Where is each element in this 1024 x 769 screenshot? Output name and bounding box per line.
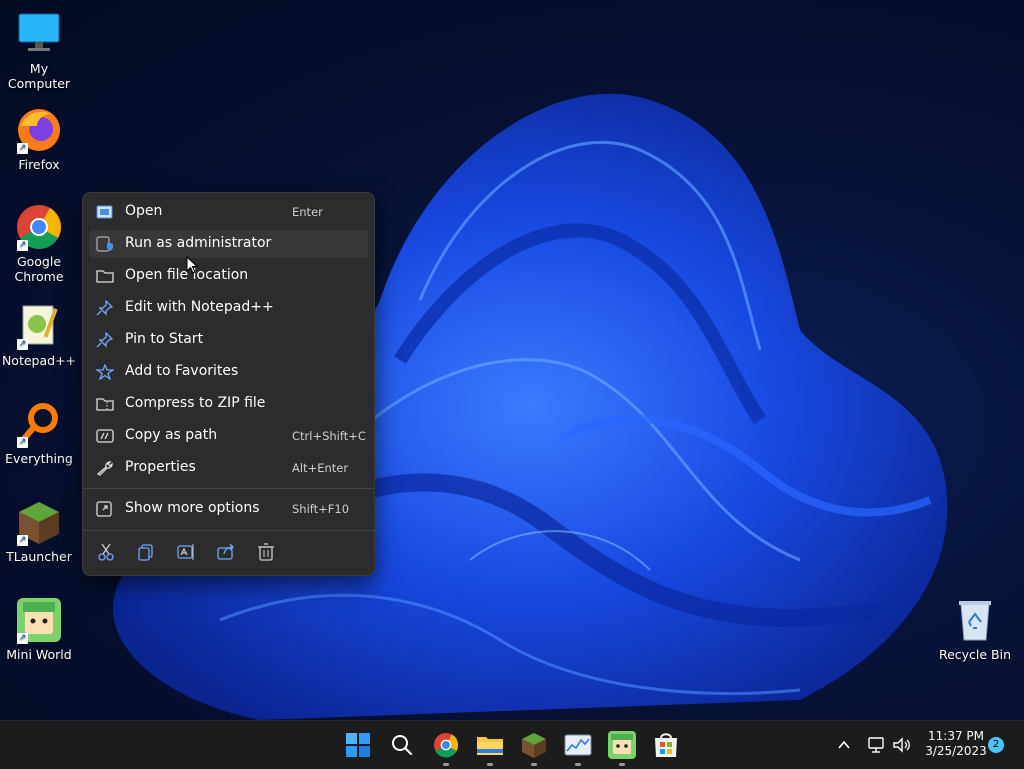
cut-icon[interactable] <box>96 542 116 562</box>
shortcut-arrow-icon: ↗ <box>17 240 28 251</box>
menu-item-label: Run as administrator <box>125 235 272 251</box>
taskbar: 11:37 PM 3/25/2023 2 <box>0 720 1024 769</box>
shortcut-arrow-icon: ↗ <box>17 437 28 448</box>
menu-item-copy-as-path[interactable]: Copy as path Ctrl+Shift+C <box>89 422 368 450</box>
open-icon <box>96 205 113 219</box>
start-icon[interactable] <box>342 729 374 761</box>
menu-item-pin-to-start[interactable]: Pin to Start <box>89 326 368 354</box>
menu-item-label: Open <box>125 203 163 219</box>
menu-item-label: Edit with Notepad++ <box>125 299 274 315</box>
volume-icon[interactable] <box>892 736 912 754</box>
desktop-icon-label: My Computer <box>7 61 71 91</box>
copy-icon[interactable] <box>136 542 156 562</box>
desktop-icon-label: Everything <box>5 451 73 466</box>
menu-item-shortcut: Alt+Enter <box>292 461 349 475</box>
menu-item-add-to-favorites[interactable]: Add to Favorites <box>89 358 368 386</box>
menu-item-shortcut: Enter <box>292 205 323 219</box>
shield-icon <box>96 236 113 252</box>
delete-icon[interactable] <box>256 542 276 562</box>
running-indicator <box>575 763 581 766</box>
menu-item-label: Copy as path <box>125 427 218 443</box>
menu-separator <box>83 488 374 489</box>
firefox-icon: ↗ <box>15 106 63 154</box>
shortcut-arrow-icon: ↗ <box>17 339 28 350</box>
menu-item-label: Show more options <box>125 500 260 516</box>
mouse-cursor-icon <box>186 256 198 274</box>
chevron-up-icon[interactable] <box>836 737 852 753</box>
notification-badge[interactable]: 2 <box>988 737 1004 753</box>
task-manager-icon[interactable] <box>562 729 594 766</box>
desktop-icon-label: Firefox <box>18 157 60 172</box>
desktop-icon-recycle-bin[interactable]: Recycle Bin <box>936 596 1014 662</box>
chrome-icon[interactable] <box>430 729 462 766</box>
star-icon <box>96 364 114 380</box>
running-indicator <box>443 763 449 766</box>
menu-separator <box>83 530 374 531</box>
menu-item-compress-zip[interactable]: Compress to ZIP file <box>89 390 368 418</box>
desktop-icon-miniworld[interactable]: ↗ Mini World <box>0 596 78 662</box>
monitor-icon <box>15 10 63 58</box>
menu-item-shortcut: Shift+F10 <box>292 502 350 516</box>
network-icon[interactable] <box>866 736 886 754</box>
menu-item-show-more-options[interactable]: Show more options Shift+F10 <box>89 495 368 523</box>
menu-item-shortcut: Ctrl+Shift+C <box>292 429 366 443</box>
menu-item-properties[interactable]: Properties Alt+Enter <box>89 454 368 482</box>
recycle-bin-icon <box>951 596 999 644</box>
desktop-icon-notepadpp[interactable]: ↗ Notepad++ <box>0 302 78 368</box>
menu-item-label: Add to Favorites <box>125 363 239 379</box>
zip-icon <box>96 398 114 411</box>
desktop-icon-label: Recycle Bin <box>938 647 1012 662</box>
desktop-icon-firefox[interactable]: ↗ Firefox <box>0 106 78 172</box>
share-icon[interactable] <box>216 542 236 562</box>
desktop-icon-chrome[interactable]: ↗ Google Chrome <box>0 203 78 284</box>
chrome-icon: ↗ <box>15 203 63 251</box>
running-indicator <box>487 763 493 766</box>
menu-item-label: Compress to ZIP file <box>125 395 266 411</box>
rename-icon[interactable] <box>176 542 196 562</box>
clock-time: 11:37 PM <box>928 729 984 743</box>
menu-item-open[interactable]: Open Enter <box>89 198 368 226</box>
miniworld-icon[interactable] <box>606 729 638 766</box>
desktop-icon-label: Mini World <box>6 647 72 662</box>
menu-item-open-file-location[interactable]: Open file location <box>89 262 368 290</box>
running-indicator <box>619 763 625 766</box>
desktop-icon-my-computer[interactable]: My Computer <box>0 10 78 91</box>
tlauncher-icon[interactable] <box>518 729 550 766</box>
miniworld-icon: ↗ <box>15 596 63 644</box>
shortcut-arrow-icon: ↗ <box>17 633 28 644</box>
more-options-icon <box>96 501 112 517</box>
desktop-icon-label: Google Chrome <box>14 254 64 284</box>
shortcut-arrow-icon: ↗ <box>17 535 28 546</box>
system-clock[interactable]: 11:37 PM 3/25/2023 <box>918 729 994 759</box>
file-explorer-icon[interactable] <box>474 729 506 766</box>
desktop-icon-label: TLauncher <box>6 549 72 564</box>
notepadpp-icon: ↗ <box>15 302 63 350</box>
menu-item-edit-notepadpp[interactable]: Edit with Notepad++ <box>89 294 368 322</box>
search-icon[interactable] <box>386 729 418 761</box>
folder-icon <box>96 270 114 283</box>
desktop-icon-tlauncher[interactable]: ↗ TLauncher <box>0 498 78 564</box>
menu-item-run-as-admin[interactable]: Run as administrator <box>89 230 368 258</box>
pin-icon <box>96 300 114 316</box>
store-icon[interactable] <box>650 729 682 761</box>
clock-date: 3/25/2023 <box>925 744 987 758</box>
everything-icon: ↗ <box>15 400 63 448</box>
path-icon <box>96 429 114 443</box>
wrench-icon <box>96 461 113 476</box>
context-menu: Open Enter Run as administrator Open fil… <box>82 192 375 576</box>
running-indicator <box>531 763 537 766</box>
pin-icon <box>96 332 114 348</box>
desktop-icon-label: Notepad++ <box>1 353 77 368</box>
desktop-icon-everything[interactable]: ↗ Everything <box>0 400 78 466</box>
menu-item-label: Pin to Start <box>125 331 204 347</box>
menu-item-label: Properties <box>125 459 196 475</box>
shortcut-arrow-icon: ↗ <box>17 143 28 154</box>
tlauncher-icon: ↗ <box>15 498 63 546</box>
